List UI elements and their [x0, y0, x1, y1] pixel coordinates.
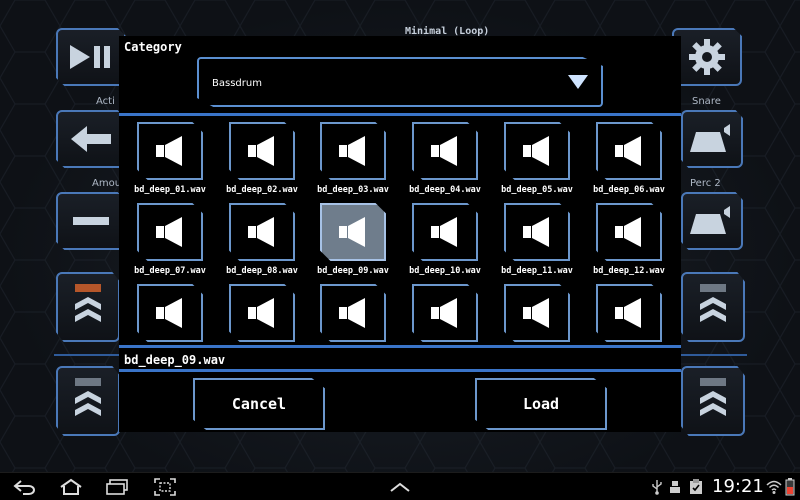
- home-icon[interactable]: [56, 477, 86, 497]
- selected-file-name: bd_deep_09.wav: [124, 353, 226, 367]
- minus-button[interactable]: [56, 192, 126, 250]
- speaker-icon: [523, 298, 549, 328]
- status-clock: 19:21: [712, 476, 764, 497]
- load-button[interactable]: Load: [475, 378, 607, 430]
- minus-icon: [73, 217, 109, 225]
- file-tile[interactable]: bd_deep_06.wav: [593, 122, 665, 195]
- category-dropdown-value: Bassdrum: [212, 78, 262, 89]
- recent-apps-icon[interactable]: [104, 477, 130, 497]
- speaker-icon: [431, 298, 457, 328]
- dialog-title: Category: [124, 40, 182, 54]
- divider-line: [119, 345, 681, 348]
- file-tile-label: bd_deep_04.wav: [409, 185, 481, 195]
- cancel-button[interactable]: Cancel: [193, 378, 325, 430]
- perc2-pad[interactable]: [681, 192, 743, 250]
- wifi-icon: [766, 477, 782, 497]
- file-tile-label: bd_deep_12.wav: [593, 266, 665, 276]
- up-chevron-icon[interactable]: [388, 477, 412, 497]
- right-channel-slot-2[interactable]: [681, 366, 745, 436]
- file-tile-label: bd_deep_10.wav: [409, 266, 481, 276]
- app-background: Acti Amou Minimal (Loop) Snare Perc 2 Ca…: [0, 0, 800, 472]
- divider-line: [681, 354, 747, 356]
- file-tile[interactable]: bd_deep_02.wav: [226, 122, 298, 195]
- gear-icon: [689, 39, 725, 75]
- file-tile[interactable]: [596, 284, 662, 342]
- category-dropdown[interactable]: Bassdrum: [197, 57, 603, 107]
- file-tile[interactable]: bd_deep_05.wav: [501, 122, 573, 195]
- speaker-icon: [248, 136, 274, 166]
- speaker-icon: [339, 298, 365, 328]
- file-tile-label: bd_deep_11.wav: [501, 266, 573, 276]
- file-grid[interactable]: bd_deep_01.wav bd_deep_02.wav bd_deep_03.w…: [119, 116, 681, 346]
- left-channel-slot-2[interactable]: [56, 366, 120, 436]
- divider-line: [119, 369, 681, 372]
- file-tile[interactable]: bd_deep_10.wav: [409, 203, 481, 276]
- file-tile-label: bd_deep_06.wav: [593, 185, 665, 195]
- divider-line: [54, 354, 120, 356]
- speaker-icon: [156, 298, 182, 328]
- file-tile[interactable]: [320, 284, 386, 342]
- back-arrow-button[interactable]: [56, 110, 126, 168]
- battery-icon: [784, 477, 796, 497]
- speaker-icon: [615, 298, 641, 328]
- right-channel-slot-1[interactable]: [681, 272, 745, 342]
- speaker-icon: [615, 217, 641, 247]
- file-tile-label: bd_deep_02.wav: [226, 185, 298, 195]
- file-tile[interactable]: bd_deep_11.wav: [501, 203, 573, 276]
- chevron-up-icon: [75, 378, 101, 416]
- usb-icon: [650, 477, 664, 497]
- file-tile-label: bd_deep_08.wav: [226, 266, 298, 276]
- play-pause-button[interactable]: [56, 28, 126, 86]
- speaker-icon: [248, 298, 274, 328]
- sample-load-dialog: Category Bassdrum bd_deep_01.wav bd_deep_…: [119, 36, 681, 432]
- amount-label: Amou: [92, 178, 122, 189]
- speaker-icon: [431, 136, 457, 166]
- speaker-icon: [339, 136, 365, 166]
- speaker-icon: [156, 217, 182, 247]
- perc2-label: Perc 2: [690, 178, 721, 189]
- settings-button[interactable]: [672, 28, 742, 86]
- file-tile[interactable]: [229, 284, 295, 342]
- back-icon[interactable]: [12, 477, 38, 497]
- speaker-icon: [156, 136, 182, 166]
- clipboard-icon: [688, 477, 704, 497]
- speaker-icon: [615, 136, 641, 166]
- file-tile[interactable]: bd_deep_04.wav: [409, 122, 481, 195]
- screenshot-icon[interactable]: [152, 477, 178, 497]
- file-tile[interactable]: bd_deep_12.wav: [593, 203, 665, 276]
- left-channel-slot-1[interactable]: [56, 272, 120, 342]
- play-pause-icon: [70, 45, 110, 69]
- speaker-icon: [523, 136, 549, 166]
- active-label: Acti: [96, 96, 115, 107]
- file-tile-label: bd_deep_09.wav: [317, 266, 389, 276]
- file-tile[interactable]: [137, 284, 203, 342]
- file-tile[interactable]: bd_deep_01.wav: [134, 122, 206, 195]
- file-tile[interactable]: bd_deep_08.wav: [226, 203, 298, 276]
- file-tile[interactable]: [412, 284, 478, 342]
- file-tile[interactable]: bd_deep_09.wav: [317, 203, 389, 276]
- file-tile-label: bd_deep_01.wav: [134, 185, 206, 195]
- file-tile-label: bd_deep_05.wav: [501, 185, 573, 195]
- file-tile[interactable]: bd_deep_03.wav: [317, 122, 389, 195]
- snare-pad[interactable]: [681, 110, 743, 168]
- speaker-icon: [339, 217, 365, 247]
- chevron-up-icon: [75, 284, 101, 322]
- left-arrow-icon: [71, 126, 111, 152]
- file-tile[interactable]: [504, 284, 570, 342]
- chevron-up-icon: [700, 378, 726, 416]
- speaker-icon: [248, 217, 274, 247]
- debug-icon: [668, 477, 682, 497]
- system-navigation-bar: 19:21: [0, 472, 800, 500]
- drum-pad-icon: [690, 206, 730, 234]
- file-tile[interactable]: bd_deep_07.wav: [134, 203, 206, 276]
- file-tile-label: bd_deep_03.wav: [317, 185, 389, 195]
- file-tile-label: bd_deep_07.wav: [134, 266, 206, 276]
- speaker-icon: [523, 217, 549, 247]
- drum-pad-icon: [690, 124, 730, 152]
- dropdown-arrow-icon: [568, 75, 588, 89]
- chevron-up-icon: [700, 284, 726, 322]
- snare-label: Snare: [692, 96, 721, 107]
- speaker-icon: [431, 217, 457, 247]
